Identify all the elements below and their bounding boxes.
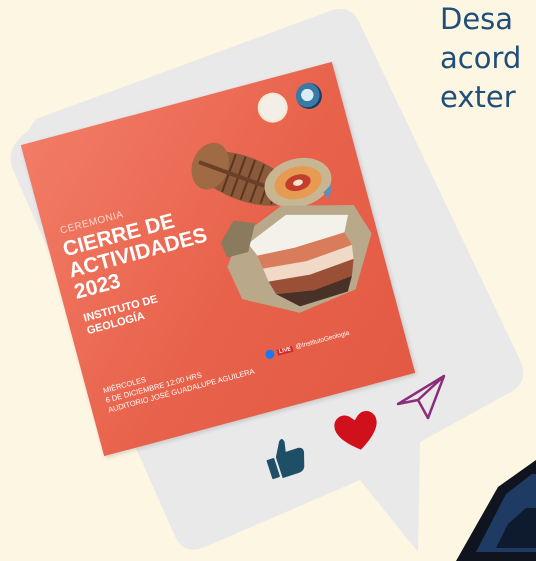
poster-institute: INSTITUTO DE GEOLOGÍA xyxy=(82,293,162,338)
institute-logo xyxy=(292,79,325,112)
reaction-bar xyxy=(262,374,462,482)
send-icon[interactable] xyxy=(394,370,448,424)
unam-logo xyxy=(254,89,292,127)
heart-icon[interactable] xyxy=(332,408,382,454)
facebook-icon xyxy=(264,348,276,360)
thumbs-up-icon[interactable] xyxy=(262,432,310,480)
live-handle: @InstitutoGeologia xyxy=(294,329,351,351)
poster-date: MIÉRCOLES 6 DE DICIEMBRE 12:00 HRS AUDIT… xyxy=(102,347,256,415)
live-badge: LIVE xyxy=(276,345,294,356)
poster-live-info: LIVE @InstitutoGeologia xyxy=(264,329,350,360)
